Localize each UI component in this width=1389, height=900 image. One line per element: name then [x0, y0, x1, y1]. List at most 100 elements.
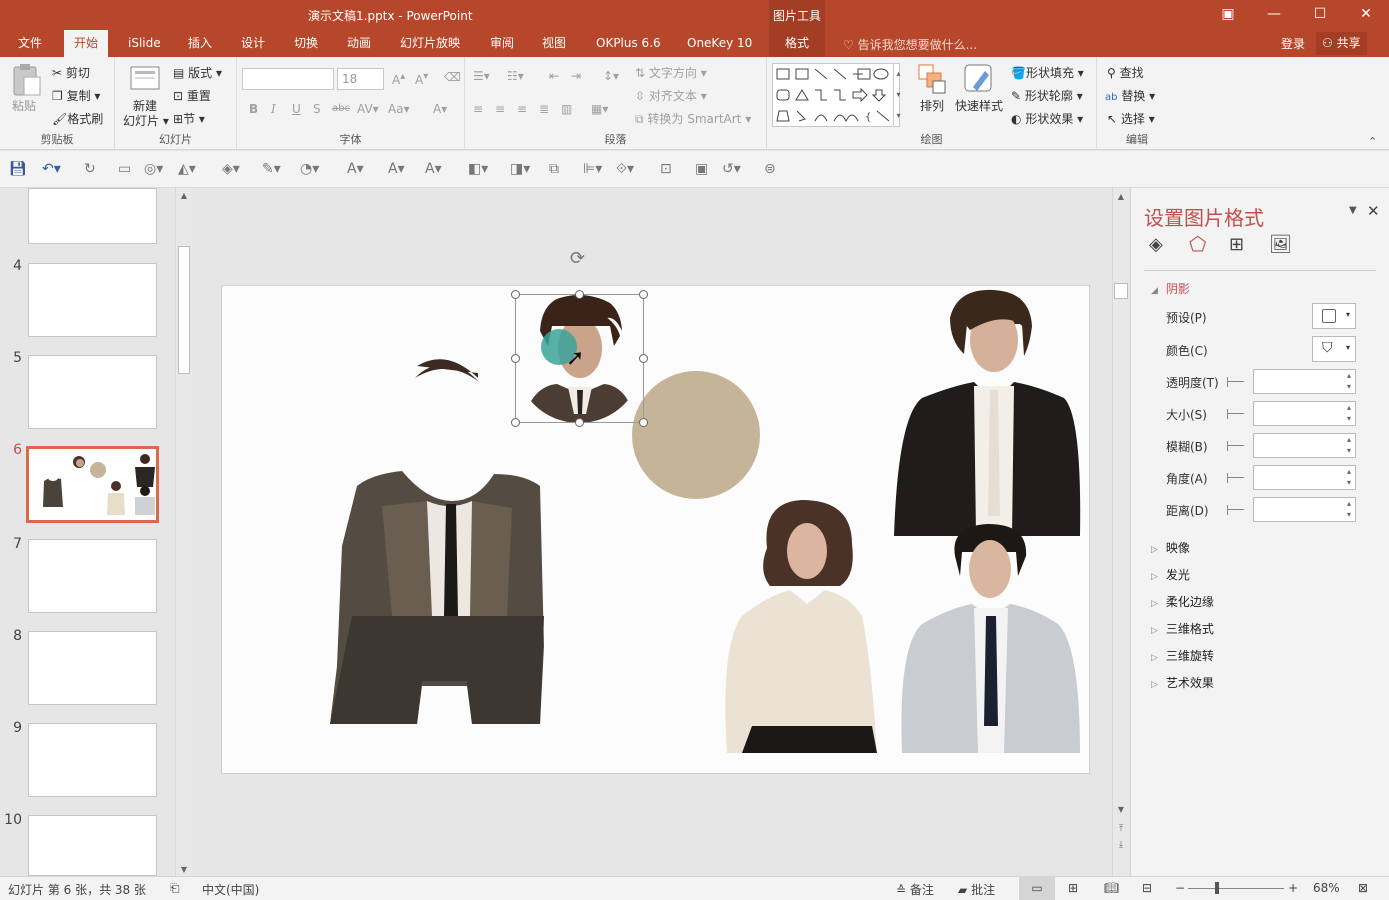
transparency-slider[interactable]	[1227, 377, 1245, 387]
soft-edges-section[interactable]: ▷ 柔化边缘	[1151, 593, 1214, 610]
select-button[interactable]: ↖ 选择 ▾	[1107, 110, 1155, 127]
minimize-button[interactable]: —	[1251, 0, 1297, 28]
tab-islide[interactable]: iSlide	[118, 30, 171, 57]
tab-review[interactable]: 审阅	[480, 30, 524, 57]
slide-thumbnail-4[interactable]	[28, 263, 157, 337]
resize-handle-se[interactable]	[639, 418, 648, 427]
angle-slider[interactable]	[1227, 473, 1245, 483]
man-dark-suit-image[interactable]	[894, 289, 1081, 536]
3d-format-section[interactable]: ▷ 三维格式	[1151, 620, 1214, 637]
glow-section[interactable]: ▷ 发光	[1151, 566, 1190, 583]
resize-handle-s[interactable]	[575, 418, 584, 427]
reflection-section[interactable]: ▷ 映像	[1151, 539, 1190, 556]
resize-handle-e[interactable]	[639, 354, 648, 363]
tab-okplus[interactable]: OKPlus 6.6	[586, 30, 671, 57]
replace-button[interactable]: ab 替换 ▾	[1105, 87, 1155, 104]
undo-icon[interactable]: ↶▾	[42, 161, 61, 177]
tab-slideshow[interactable]: 幻灯片放映	[390, 30, 470, 57]
collapse-ribbon-icon[interactable]: ⌃	[1368, 135, 1377, 148]
zoom-level[interactable]: 68%	[1313, 881, 1340, 895]
normal-view-button[interactable]: ▭	[1019, 877, 1055, 900]
slide-thumbnail-6[interactable]	[26, 446, 159, 523]
columns-icon[interactable]: ▦▾	[591, 102, 608, 116]
comments-button[interactable]: ▰ 批注	[958, 881, 995, 898]
blur-input[interactable]	[1253, 433, 1356, 458]
arrange-icon[interactable]	[917, 63, 949, 95]
distance-input[interactable]	[1253, 497, 1356, 522]
fit-slide-icon[interactable]: ⊠	[1358, 881, 1368, 895]
tab-onekey[interactable]: OneKey 10	[677, 30, 762, 57]
new-slide-dropdown[interactable]: 幻灯片 ▾	[123, 112, 169, 129]
resize-handle-w[interactable]	[511, 354, 520, 363]
slide-sorter-button[interactable]: ⊞	[1068, 881, 1078, 895]
copy-button[interactable]: ❐ 复制 ▾	[52, 87, 100, 104]
tab-format[interactable]: 格式	[769, 30, 825, 57]
italic-icon[interactable]: I	[271, 102, 276, 116]
editor-scroll-thumb[interactable]	[1114, 283, 1128, 299]
woman-blouse-image[interactable]	[725, 500, 877, 753]
tell-me-search[interactable]: ♡ 告诉我您想要做什么...	[843, 36, 977, 53]
shape-effects-button[interactable]: ◐ 形状效果 ▾	[1011, 110, 1083, 127]
zoom-slider[interactable]	[1188, 888, 1284, 889]
editor-scrollbar[interactable]: ▲ ▼ ⤒ ⤓	[1112, 188, 1129, 876]
increase-font-icon[interactable]: A▴	[392, 71, 405, 87]
tab-insert[interactable]: 插入	[178, 30, 222, 57]
shadow-section-header[interactable]: ◢ 阴影	[1151, 280, 1190, 297]
tab-animations[interactable]: 动画	[337, 30, 381, 57]
editor-scroll-up-icon[interactable]: ▲	[1113, 192, 1129, 201]
editor-scroll-down-icon[interactable]: ▼	[1113, 805, 1129, 814]
shadow-text-icon[interactable]: S	[313, 102, 321, 116]
bring-forward-icon[interactable]: ◧▾	[468, 161, 488, 177]
quick-styles-icon[interactable]	[963, 63, 995, 95]
zoom-out-button[interactable]: −	[1175, 881, 1185, 895]
reset-button[interactable]: ⊡ 重置	[173, 87, 211, 104]
send-backward-icon[interactable]: ◨▾	[510, 161, 530, 177]
pane-close-icon[interactable]: ✕	[1367, 202, 1380, 220]
angle-input[interactable]	[1253, 465, 1356, 490]
shape-outline-button[interactable]: ✎ 形状轮廓 ▾	[1011, 87, 1083, 104]
tab-design[interactable]: 设计	[231, 30, 275, 57]
text-outline-icon[interactable]: A▾	[388, 161, 405, 177]
shape-icon[interactable]: ◎▾	[144, 161, 163, 177]
man-light-suit-image[interactable]	[901, 524, 1080, 753]
chart-icon[interactable]: ◭▾	[178, 161, 196, 177]
3d-rotation-section[interactable]: ▷ 三维旋转	[1151, 647, 1214, 664]
paste-icon[interactable]	[10, 63, 42, 96]
rotate-icon[interactable]: ↺▾	[722, 161, 741, 177]
align-left-icon[interactable]: ≡	[473, 102, 483, 116]
slide-thumbnail-9[interactable]	[28, 723, 157, 797]
zoom-slider-thumb[interactable]	[1215, 882, 1219, 894]
section-button[interactable]: ⊞节 ▾	[173, 110, 205, 127]
shapes-gallery[interactable]: {	[772, 63, 900, 127]
picture-icon[interactable]: ▣	[695, 161, 708, 177]
size-properties-tab-icon[interactable]: ⊞	[1229, 234, 1244, 255]
blur-slider[interactable]	[1227, 441, 1245, 451]
scroll-down-icon[interactable]: ▼	[176, 865, 192, 874]
crop-icon[interactable]: ⊡	[660, 161, 672, 177]
save-icon[interactable]: 💾︎	[9, 161, 27, 177]
line-spacing-icon[interactable]: ↕▾	[603, 69, 619, 83]
customize-qat-icon[interactable]: ⊜	[764, 161, 776, 177]
suit-figure-image[interactable]	[330, 359, 544, 724]
resize-handle-sw[interactable]	[511, 418, 520, 427]
align-text-button[interactable]: ⇳ 对齐文本 ▾	[635, 87, 707, 104]
zoom-in-button[interactable]: +	[1288, 881, 1298, 895]
share-button[interactable]: ⚇ 共享	[1316, 32, 1367, 55]
tan-circle-shape[interactable]	[632, 371, 760, 499]
distributed-icon[interactable]: ▥	[561, 102, 572, 116]
smartart-button[interactable]: ⧉ 转换为 SmartArt ▾	[635, 110, 751, 127]
clear-format-icon[interactable]: ⌫	[444, 70, 461, 84]
bullets-icon[interactable]: ☰▾	[473, 69, 490, 83]
new-slide-icon[interactable]	[129, 63, 161, 95]
find-button[interactable]: ⚲ 查找	[1107, 64, 1144, 81]
increase-indent-icon[interactable]: ⇥	[571, 69, 581, 83]
char-spacing-icon[interactable]: AV▾	[357, 102, 379, 116]
underline-icon[interactable]: U	[292, 102, 301, 116]
tab-view[interactable]: 视图	[532, 30, 576, 57]
shapes-gallery-scroll[interactable]: ▴ ▾ ▾	[893, 63, 903, 127]
fill-icon[interactable]: ◈▾	[222, 161, 240, 177]
slide-thumbnail-8[interactable]	[28, 631, 157, 705]
language-status[interactable]: 中文(中国)	[202, 881, 259, 898]
strikethrough-icon[interactable]: abc	[332, 103, 350, 114]
slide-canvas[interactable]: ⟳ ➚	[221, 248, 1090, 774]
